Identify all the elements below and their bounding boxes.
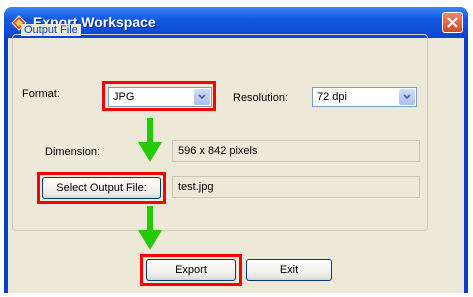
resolution-select[interactable]: 72 dpi <box>312 87 417 107</box>
resolution-value: 72 dpi <box>317 91 347 103</box>
down-arrow-icon <box>138 118 162 162</box>
exit-button[interactable]: Exit <box>246 259 332 281</box>
output-file-field[interactable]: test.jpg <box>172 176 420 198</box>
close-button[interactable] <box>442 12 463 33</box>
format-label: Format: <box>22 88 60 100</box>
group-label: Output File <box>21 24 81 36</box>
select-output-file-button[interactable]: Select Output File: <box>42 177 161 199</box>
chevron-down-icon <box>403 94 411 100</box>
dimension-field: 596 x 842 pixels <box>172 140 420 162</box>
resolution-label: Resolution: <box>233 92 289 104</box>
output-file-value: test.jpg <box>178 181 214 193</box>
close-icon <box>447 17 458 28</box>
dimension-value: 596 x 842 pixels <box>178 145 258 157</box>
format-highlight-box <box>102 81 216 111</box>
down-arrow-icon <box>138 206 162 250</box>
dimension-label: Dimension: <box>45 146 101 158</box>
resolution-dropdown-button[interactable] <box>399 89 415 105</box>
export-button[interactable]: Export <box>146 259 236 281</box>
